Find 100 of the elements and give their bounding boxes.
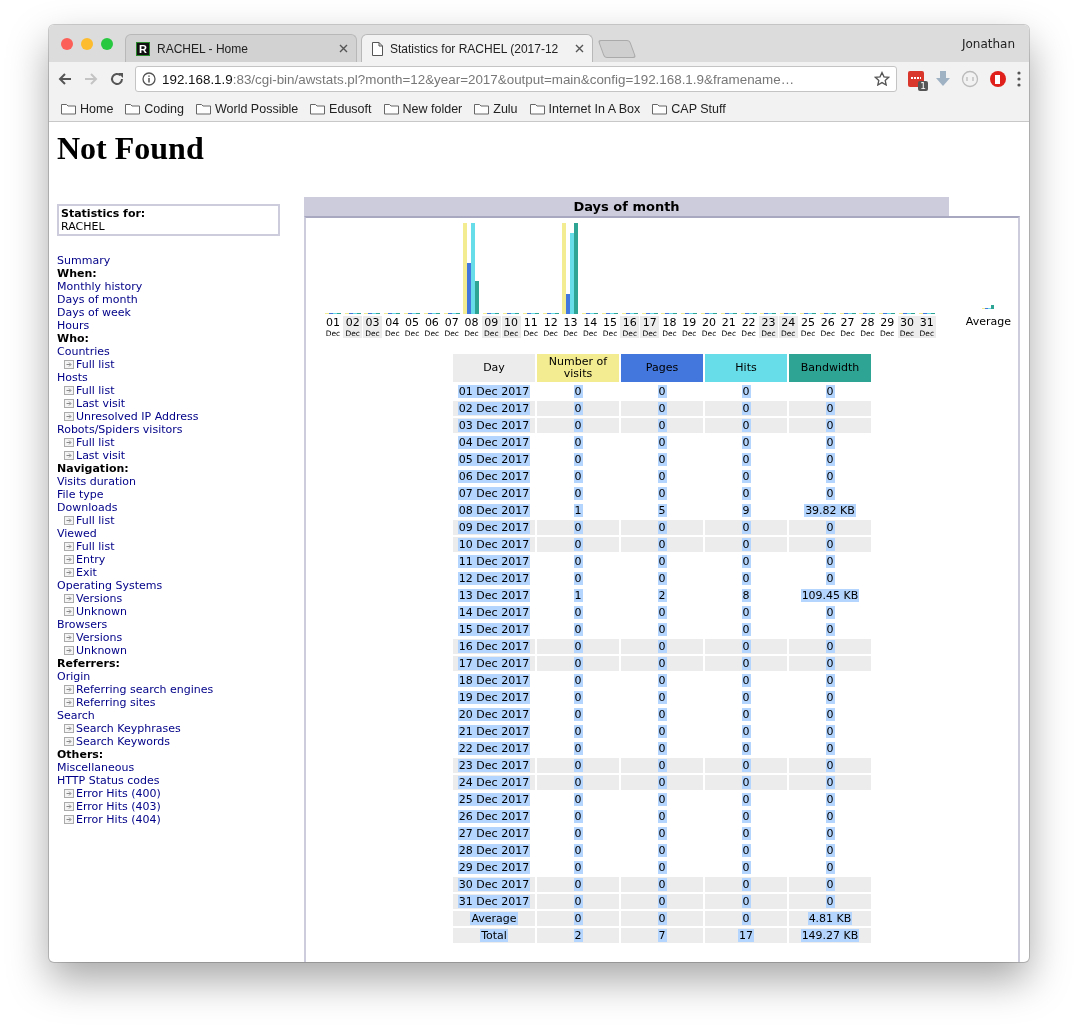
close-icon[interactable] xyxy=(339,44,348,53)
table-cell-text: 0 xyxy=(740,384,752,399)
menu-sublink[interactable]: Versions xyxy=(76,631,123,644)
page-heading: Not Found xyxy=(57,130,205,167)
menu-link[interactable]: Miscellaneous xyxy=(57,761,280,774)
table-cell-text: 0 xyxy=(572,826,584,841)
table-cell: 0 xyxy=(705,775,787,790)
bookmark-link[interactable]: Coding xyxy=(144,101,184,116)
table-cell: 7 xyxy=(621,928,703,943)
menu-sublink[interactable]: Referring sites xyxy=(76,696,156,709)
menu-link[interactable]: Operating Systems xyxy=(57,579,280,592)
menu-sublink[interactable]: Last visit xyxy=(76,449,126,462)
table-cell: 31 Dec 2017 xyxy=(453,894,535,909)
menu-sublink[interactable]: Full list xyxy=(76,358,115,371)
table-cell-text: 0 xyxy=(656,843,668,858)
info-icon[interactable] xyxy=(142,72,156,86)
shield-icon[interactable] xyxy=(989,70,1007,88)
table-cell-text: 15 Dec 2017 xyxy=(456,622,532,637)
menu-sublink[interactable]: Unresolved IP Address xyxy=(76,410,199,423)
table-cell-text: 0 xyxy=(824,809,836,824)
table-cell-text: 0 xyxy=(824,622,836,637)
menu-link[interactable]: File type xyxy=(57,488,280,501)
sub-item-icon xyxy=(64,698,74,707)
address-bar[interactable]: 192.168.1.9:83/cgi-bin/awstats.pl?month=12&year=2017&output=main&config=192.168.1.9&framename… xyxy=(135,66,897,92)
table-cell-text: 0 xyxy=(656,690,668,705)
close-icon[interactable] xyxy=(575,44,584,53)
column-header: Day xyxy=(453,354,535,382)
menu-link[interactable]: Visits duration xyxy=(57,475,280,488)
table-cell-text: 0 xyxy=(656,435,668,450)
table-cell-text: 0 xyxy=(824,741,836,756)
table-cell-text: 0 xyxy=(824,843,836,858)
menu-link[interactable]: Search xyxy=(57,709,280,722)
bookmark-link[interactable]: New folder xyxy=(402,101,463,116)
menu-link[interactable]: Browsers xyxy=(57,618,280,631)
menu-sublink[interactable]: Exit xyxy=(76,566,97,579)
menu-link[interactable]: Robots/Spiders visitors xyxy=(57,423,280,436)
back-arrow-icon[interactable] xyxy=(57,71,73,87)
menu-sublink[interactable]: Error Hits (404) xyxy=(76,813,161,826)
menu-link[interactable]: Monthly history xyxy=(57,280,280,293)
table-cell-text: 0 xyxy=(824,792,836,807)
extension-button[interactable]: 1 xyxy=(907,70,925,88)
table-cell-text: 29 Dec 2017 xyxy=(456,860,532,875)
menu-link[interactable]: Summary xyxy=(57,254,280,267)
menu-sublink[interactable]: Error Hits (400) xyxy=(76,787,161,800)
menu-sublink[interactable]: Versions xyxy=(76,592,123,605)
browser-tab[interactable]: R RACHEL - Home xyxy=(125,34,357,62)
menu-sublink[interactable]: Entry xyxy=(76,553,106,566)
table-cell-text: 07 Dec 2017 xyxy=(456,486,532,501)
menu-sublink[interactable]: Last visit xyxy=(76,397,126,410)
menu-sublink[interactable]: Unknown xyxy=(76,605,128,618)
menu-sublink[interactable]: Search Keywords xyxy=(76,735,170,748)
menu-link[interactable]: Days of month xyxy=(57,293,280,306)
sub-item-icon xyxy=(64,399,74,408)
table-cell-text: 1 xyxy=(572,503,584,518)
menu-icon[interactable] xyxy=(1017,71,1021,87)
menu-link[interactable]: Viewed xyxy=(57,527,280,540)
browser-tab[interactable]: Statistics for RACHEL (2017-12 xyxy=(361,34,593,62)
table-cell-text: 0 xyxy=(656,384,668,399)
star-icon[interactable] xyxy=(874,71,890,87)
table-cell: 0 xyxy=(621,877,703,892)
bookmark-link[interactable]: CAP Stuff xyxy=(671,101,726,116)
table-cell-text: 0 xyxy=(740,690,752,705)
reload-icon[interactable] xyxy=(109,71,125,87)
menu-sublink[interactable]: Full list xyxy=(76,436,115,449)
table-cell-text: 0 xyxy=(740,809,752,824)
table-cell: 0 xyxy=(705,401,787,416)
menu-sublink[interactable]: Error Hits (403) xyxy=(76,800,161,813)
table-cell: 0 xyxy=(705,537,787,552)
table-cell: 0 xyxy=(789,656,871,671)
table-cell-text: 0 xyxy=(572,469,584,484)
bookmark-link[interactable]: Internet In A Box xyxy=(548,101,641,116)
profile-name[interactable]: Jonathan xyxy=(961,36,1015,51)
table-cell-text: 0 xyxy=(572,724,584,739)
table-cell-text: 0 xyxy=(656,809,668,824)
average-label: Average xyxy=(965,315,1011,328)
bookmark-link[interactable]: World Possible xyxy=(214,101,299,116)
menu-link[interactable]: Days of week xyxy=(57,306,280,319)
sub-item-icon xyxy=(64,607,74,616)
menu-sublink[interactable]: Full list xyxy=(76,384,115,397)
menu-link[interactable]: Hosts xyxy=(57,371,280,384)
table-cell-text: 0 xyxy=(656,554,668,569)
menu-link[interactable]: Origin xyxy=(57,670,280,683)
menu-link[interactable]: HTTP Status codes xyxy=(57,774,280,787)
menu-link[interactable]: Downloads xyxy=(57,501,280,514)
menu-sublink[interactable]: Full list xyxy=(76,540,115,553)
table-cell: 0 xyxy=(705,894,787,909)
menu-link[interactable]: Hours xyxy=(57,319,280,332)
menu-sublink[interactable]: Search Keyphrases xyxy=(76,722,181,735)
menu-sublink[interactable]: Referring search engines xyxy=(76,683,214,696)
menu-sublink[interactable]: Unknown xyxy=(76,644,128,657)
table-cell-text: 9 xyxy=(740,503,752,518)
table-cell-text: 0 xyxy=(656,571,668,586)
table-cell-text: 0 xyxy=(572,792,584,807)
table-cell: 0 xyxy=(621,401,703,416)
bookmark-link[interactable]: Home xyxy=(80,101,114,116)
bookmark-link[interactable]: Zulu xyxy=(493,101,518,116)
bookmark-link[interactable]: Edusoft xyxy=(329,101,372,116)
table-cell: 0 xyxy=(705,656,787,671)
menu-sublink[interactable]: Full list xyxy=(76,514,115,527)
menu-link[interactable]: Countries xyxy=(57,345,280,358)
